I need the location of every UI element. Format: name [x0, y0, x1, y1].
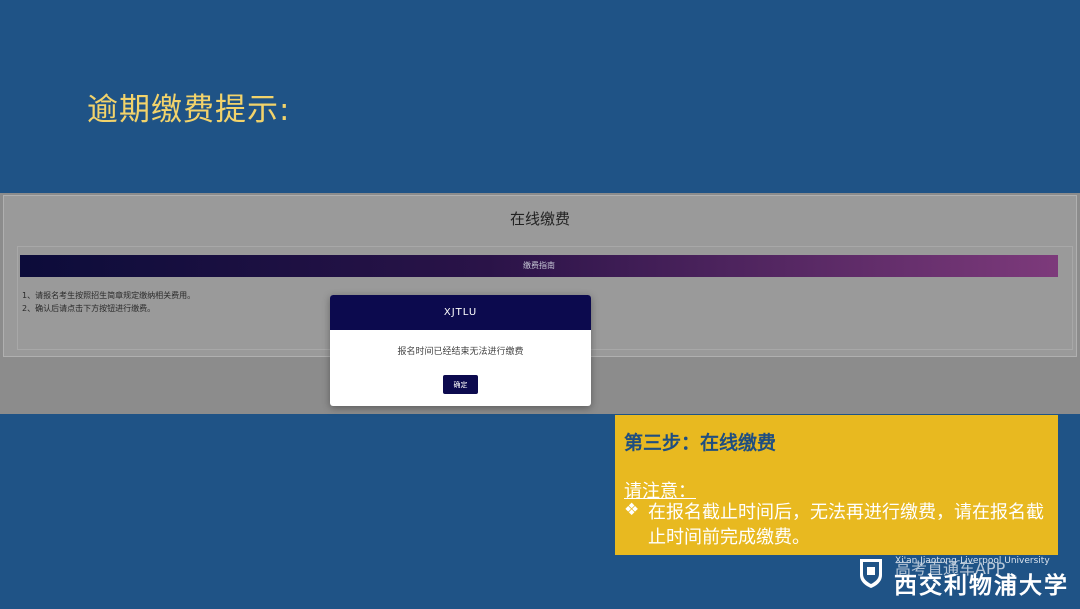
modal-message: 报名时间已经结束无法进行缴费	[397, 347, 524, 357]
slide-title: 逾期缴费提示:	[87, 92, 291, 128]
university-chinese-name: 西交利物浦大学	[894, 572, 1069, 599]
university-crest-icon	[860, 559, 882, 588]
modal-confirm-button[interactable]: 确定	[443, 375, 478, 394]
payment-guide-bar[interactable]: 缴费指南	[20, 255, 1058, 277]
guide-line: 1、请报名考生按照招生简章规定缴纳相关费用。	[22, 291, 196, 300]
step-note-box: 第三步：在线缴费 请注意： ❖ 在报名截止时间后，无法再进行缴费，请在报名截止时…	[615, 415, 1058, 555]
payment-page-title: 在线缴费	[509, 210, 570, 228]
note-heading: 第三步：在线缴费	[624, 432, 777, 454]
note-text: 在报名截止时间后，无法再进行缴费，请在报名截止时间前完成缴费。	[648, 502, 1044, 548]
closed-registration-modal: XJTLU 报名时间已经结束无法进行缴费 确定	[330, 295, 591, 406]
guide-line: 2、确认后请点击下方按钮进行缴费。	[22, 304, 156, 313]
modal-header: XJTLU	[330, 295, 591, 330]
payment-guide-lines: 1、请报名考生按照招生简章规定缴纳相关费用。 2、确认后请点击下方按钮进行缴费。	[22, 289, 195, 315]
note-bullet-icon: ❖	[624, 500, 640, 520]
